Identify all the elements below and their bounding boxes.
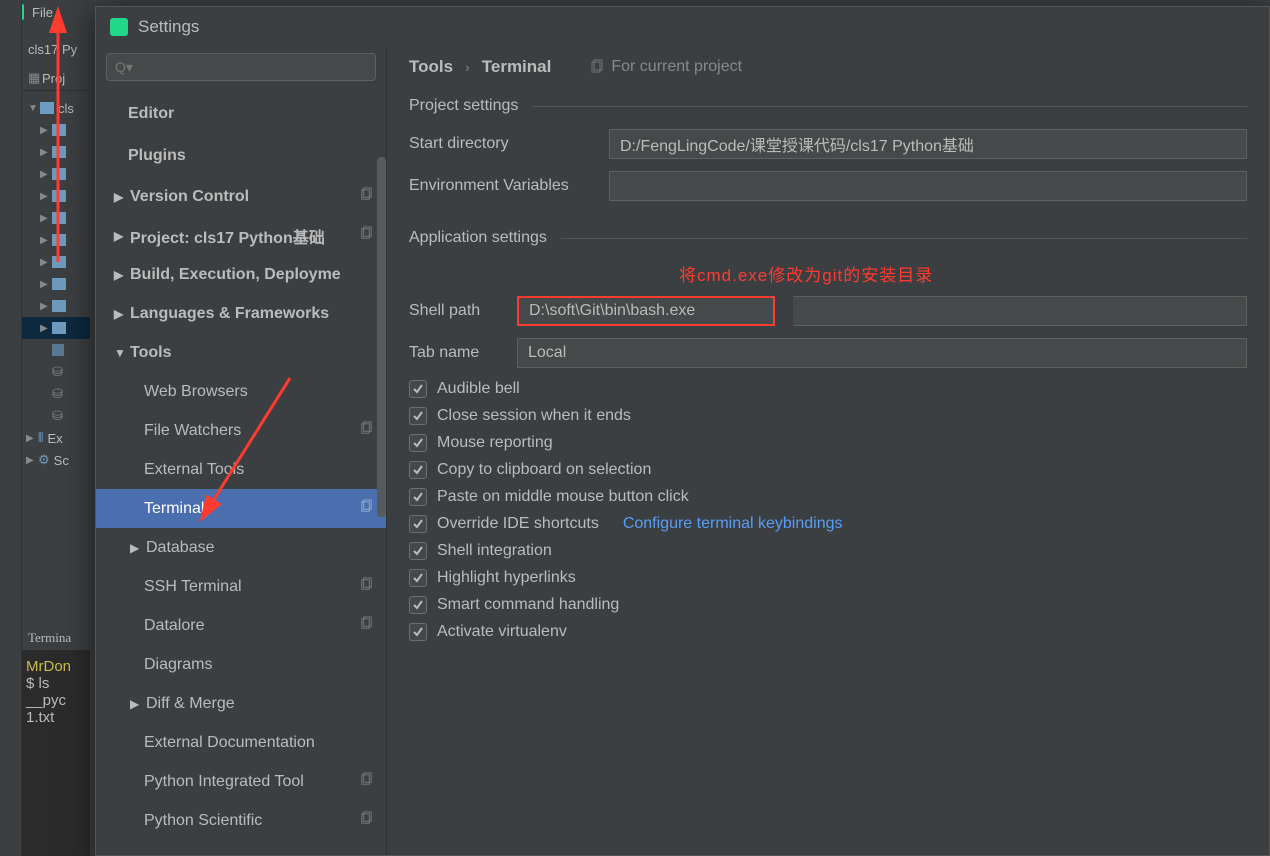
copy-icon <box>359 499 374 519</box>
tree-file-watchers[interactable]: File Watchers <box>96 411 386 450</box>
tree-editor[interactable]: Editor <box>96 93 386 135</box>
checkbox-highlight-hyperlinks[interactable] <box>409 569 427 587</box>
sidebar-scrollbar[interactable] <box>376 157 386 855</box>
tree-languages[interactable]: ▶Languages & Frameworks <box>96 294 386 333</box>
red-annotation-text: 将cmd.exe修改为git的安装目录 <box>679 261 1247 286</box>
application-settings-legend: Application settings <box>409 229 1247 247</box>
copy-icon <box>359 616 374 636</box>
menu-file[interactable]: File <box>32 5 53 20</box>
project-settings-legend: Project settings <box>409 97 1247 115</box>
tree-python-integrated[interactable]: Python Integrated Tool <box>96 762 386 801</box>
tab-name-label: Tab name <box>409 344 499 362</box>
tree-build[interactable]: ▶Build, Execution, Deployme <box>96 255 386 294</box>
project-name: cls17 Py <box>28 42 77 57</box>
terminal-tab[interactable]: Termina <box>22 626 90 650</box>
checkbox-override-ide[interactable] <box>409 515 427 533</box>
copy-icon <box>359 226 374 246</box>
tree-version-control[interactable]: ▶Version Control <box>96 177 386 216</box>
configure-keybindings-link[interactable]: Configure terminal keybindings <box>623 515 843 533</box>
smart-command-label: Smart command handling <box>437 596 619 614</box>
dialog-title-bar: Settings <box>96 7 1269 47</box>
settings-search-input[interactable] <box>106 53 376 81</box>
tree-datalore[interactable]: Datalore <box>96 606 386 645</box>
tab-name-input[interactable] <box>517 338 1247 368</box>
paste-middle-label: Paste on middle mouse button click <box>437 488 689 506</box>
start-directory-input[interactable] <box>609 129 1247 159</box>
tree-external-docs[interactable]: External Documentation <box>96 723 386 762</box>
copy-icon <box>589 59 605 75</box>
activate-venv-label: Activate virtualenv <box>437 623 567 641</box>
tree-diff-merge[interactable]: ▶Diff & Merge <box>96 684 386 723</box>
tool-window-bar[interactable] <box>0 0 22 856</box>
copy-icon <box>359 577 374 597</box>
settings-tree[interactable]: Editor Plugins ▶Version Control ▶Project… <box>96 91 386 855</box>
copy-clipboard-label: Copy to clipboard on selection <box>437 461 651 479</box>
override-ide-label: Override IDE shortcuts <box>437 515 599 533</box>
for-current-project-label: For current project <box>589 58 742 76</box>
shell-path-input[interactable] <box>517 296 775 326</box>
checkbox-smart-command[interactable] <box>409 596 427 614</box>
tree-terminal[interactable]: Terminal <box>96 489 386 528</box>
settings-content: Tools › Terminal For current project Pro… <box>386 47 1269 855</box>
checkbox-mouse-reporting[interactable] <box>409 434 427 452</box>
tree-plugins[interactable]: Plugins <box>96 135 386 177</box>
dialog-title: Settings <box>138 17 199 37</box>
audible-bell-label: Audible bell <box>437 380 520 398</box>
copy-icon <box>359 421 374 441</box>
tree-ssh-terminal[interactable]: SSH Terminal <box>96 567 386 606</box>
project-panel-header[interactable]: ▦ Proj <box>22 66 90 91</box>
app-icon <box>110 18 128 36</box>
project-tree[interactable]: ▼cls ▶ ▶ ▶ ▶ ▶ ▶ ▶ ▶ ▶ ▶ ⛁ ⛁ ⛁ ▶⫴Ex ▶⚙Sc <box>22 91 90 477</box>
tree-project[interactable]: ▶Project: cls17 Python基础 <box>96 216 386 255</box>
close-session-label: Close session when it ends <box>437 407 631 425</box>
checkbox-close-session[interactable] <box>409 407 427 425</box>
env-vars-label: Environment Variables <box>409 177 591 195</box>
checkbox-shell-integration[interactable] <box>409 542 427 560</box>
terminal-tool-window: Termina MrDon $ ls __pyc 1.txt <box>22 626 90 856</box>
settings-sidebar: Editor Plugins ▶Version Control ▶Project… <box>96 47 386 855</box>
shell-integration-label: Shell integration <box>437 542 552 560</box>
checkbox-paste-middle[interactable] <box>409 488 427 506</box>
start-directory-label: Start directory <box>409 135 591 153</box>
tree-python-scientific[interactable]: Python Scientific <box>96 801 386 840</box>
copy-icon <box>359 811 374 831</box>
breadcrumb-separator: › <box>465 59 470 75</box>
breadcrumb-leaf: Terminal <box>482 57 552 77</box>
tree-database[interactable]: ▶Database <box>96 528 386 567</box>
copy-icon <box>359 772 374 792</box>
copy-icon <box>359 187 374 207</box>
project-tool-window: ▦ Proj ▼cls ▶ ▶ ▶ ▶ ▶ ▶ ▶ ▶ ▶ ▶ ⛁ ⛁ ⛁ ▶⫴… <box>22 66 90 626</box>
settings-dialog: Settings Editor Plugins ▶Version Control… <box>95 6 1270 856</box>
tree-external-tools[interactable]: External Tools <box>96 450 386 489</box>
settings-breadcrumb: Tools › Terminal For current project <box>409 57 1247 77</box>
tree-web-browsers[interactable]: Web Browsers <box>96 372 386 411</box>
checkbox-copy-clipboard[interactable] <box>409 461 427 479</box>
tree-tools[interactable]: ▼Tools <box>96 333 386 372</box>
checkbox-activate-venv[interactable] <box>409 623 427 641</box>
checkbox-audible-bell[interactable] <box>409 380 427 398</box>
breadcrumb-root[interactable]: Tools <box>409 57 453 77</box>
env-vars-input[interactable] <box>609 171 1247 201</box>
mouse-reporting-label: Mouse reporting <box>437 434 553 452</box>
shell-path-label: Shell path <box>409 302 499 320</box>
highlight-hyperlinks-label: Highlight hyperlinks <box>437 569 576 587</box>
shell-path-overflow[interactable] <box>793 296 1247 326</box>
terminal-output[interactable]: MrDon $ ls __pyc 1.txt <box>22 650 90 734</box>
tree-diagrams[interactable]: Diagrams <box>96 645 386 684</box>
